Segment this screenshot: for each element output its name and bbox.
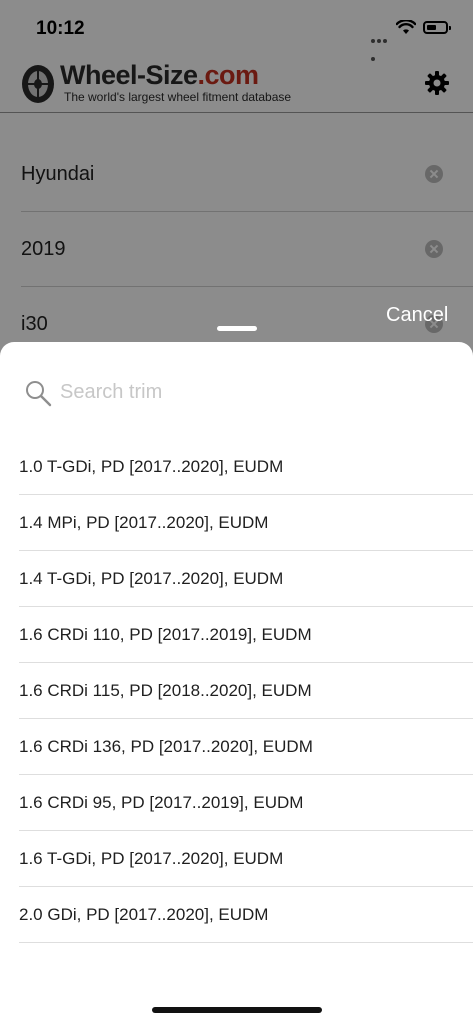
trim-label: 2.0 GDi, PD [2017..2020], EUDM [19, 905, 269, 924]
trim-list-item[interactable]: 1.6 CRDi 115, PD [2018..2020], EUDM [19, 663, 473, 719]
trim-list-item[interactable]: 1.6 CRDi 110, PD [2017..2019], EUDM [19, 607, 473, 663]
trim-picker-sheet: 1.0 T-GDi, PD [2017..2020], EUDM 1.4 MPi… [0, 342, 473, 1024]
trim-list-item[interactable]: 2.0 GDi, PD [2017..2020], EUDM [19, 887, 473, 943]
trim-label: 1.0 T-GDi, PD [2017..2020], EUDM [19, 457, 284, 476]
trim-label: 1.6 CRDi 110, PD [2017..2019], EUDM [19, 625, 312, 644]
trim-list: 1.0 T-GDi, PD [2017..2020], EUDM 1.4 MPi… [19, 439, 473, 943]
search-bar [24, 372, 454, 412]
trim-label: 1.6 T-GDi, PD [2017..2020], EUDM [19, 849, 284, 868]
trim-list-item[interactable]: 1.6 CRDi 95, PD [2017..2019], EUDM [19, 775, 473, 831]
trim-label: 1.6 CRDi 95, PD [2017..2019], EUDM [19, 793, 304, 812]
trim-list-item[interactable]: 1.0 T-GDi, PD [2017..2020], EUDM [19, 439, 473, 495]
trim-label: 1.6 CRDi 136, PD [2017..2020], EUDM [19, 737, 313, 756]
trim-list-item[interactable]: 1.4 MPi, PD [2017..2020], EUDM [19, 495, 473, 551]
trim-list-item[interactable]: 1.6 CRDi 136, PD [2017..2020], EUDM [19, 719, 473, 775]
trim-label: 1.4 T-GDi, PD [2017..2020], EUDM [19, 569, 284, 588]
trim-label: 1.6 CRDi 115, PD [2018..2020], EUDM [19, 681, 312, 700]
home-indicator[interactable] [152, 1007, 322, 1013]
search-trim-input[interactable] [58, 376, 442, 408]
trim-label: 1.4 MPi, PD [2017..2020], EUDM [19, 513, 269, 532]
sheet-grabber-handle[interactable] [217, 326, 257, 331]
cancel-button[interactable]: Cancel [386, 304, 448, 327]
trim-list-item[interactable]: 1.6 T-GDi, PD [2017..2020], EUDM [19, 831, 473, 887]
search-icon [26, 381, 52, 407]
trim-list-item[interactable]: 1.4 T-GDi, PD [2017..2020], EUDM [19, 551, 473, 607]
